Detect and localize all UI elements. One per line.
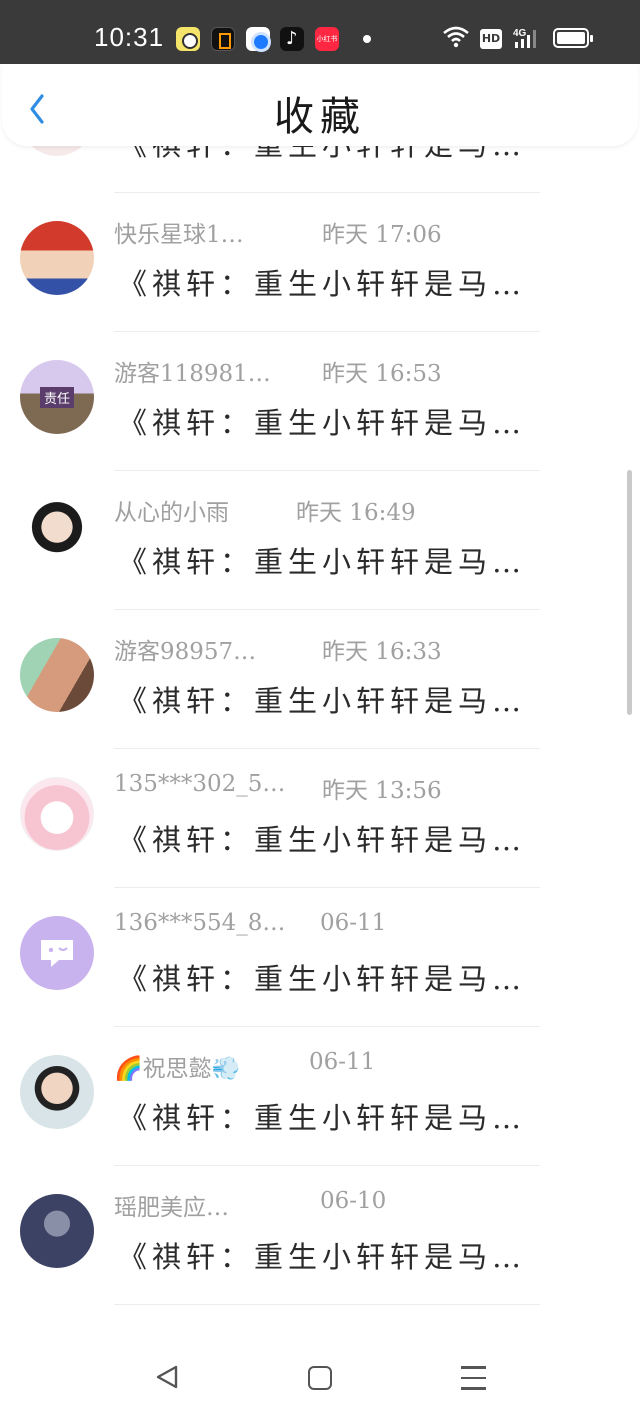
list-item[interactable]: 瑶肥美应… 06-10 《祺轩：重生小轩轩是马… — [0, 1166, 640, 1305]
list-item-meta: 瑶肥美应… 06-10 — [114, 1188, 614, 1222]
battery-icon — [553, 28, 593, 48]
list-item[interactable]: 🌈祝思懿💨 06-11 《祺轩：重生小轩轩是马… — [0, 1027, 640, 1166]
list-item-time: 06-11 — [320, 910, 387, 936]
list-item[interactable]: 136***554_8… 06-11 《祺轩：重生小轩轩是马… — [0, 888, 640, 1027]
list-item-username: 从心的小雨 — [114, 500, 229, 526]
back-triangle-icon[interactable] — [152, 1362, 182, 1392]
list-item[interactable]: 游客98957… 昨天 16:33 《祺轩：重生小轩轩是马… — [0, 610, 640, 749]
list-item-title: 《祺轩：重生小轩轩是马… — [118, 1101, 527, 1135]
list-item-meta: 136***554_8… 06-11 — [114, 910, 614, 944]
avatar[interactable]: 责任 — [20, 360, 94, 434]
list-item-username: 游客118981… — [114, 361, 271, 387]
svg-text:4G: 4G — [513, 28, 527, 39]
hd-badge: HD — [480, 29, 502, 49]
avatar[interactable] — [20, 638, 94, 712]
douyin-icon — [280, 27, 304, 51]
wifi-icon — [443, 26, 469, 48]
list-item-username: 游客98957… — [114, 639, 257, 665]
avatar[interactable] — [20, 777, 94, 851]
menu-lines-icon[interactable] — [461, 1366, 486, 1398]
avatar[interactable] — [20, 1055, 94, 1129]
list-item-time: 昨天 13:56 — [322, 778, 442, 804]
list-item-title: 《祺轩：重生小轩轩是马… — [118, 684, 527, 718]
list-item-meta: 从心的小雨 昨天 16:49 — [114, 493, 614, 527]
divider — [114, 1304, 540, 1305]
page-title: 收藏 — [274, 94, 366, 140]
list-item-title: 《祺轩：重生小轩轩是马… — [118, 962, 527, 996]
list-item-meta: 游客98957… 昨天 16:33 — [114, 632, 614, 666]
list-item-username: 135***302_5… — [114, 771, 286, 797]
list-item-title: 《祺轩：重生小轩轩是马… — [118, 1240, 527, 1274]
list-item-time: 昨天 17:06 — [322, 222, 442, 248]
list-item-title: 《祺轩：重生小轩轩是马… — [118, 267, 527, 301]
qq-browser-icon — [176, 27, 200, 51]
notes-icon — [211, 27, 235, 51]
list-item[interactable]: 责任 游客118981… 昨天 16:53 《祺轩：重生小轩轩是马… — [0, 332, 640, 471]
chat-bubble-icon — [41, 940, 73, 967]
signal-icon: 4G — [513, 28, 536, 48]
list-item-title: 《祺轩：重生小轩轩是马… — [118, 823, 527, 857]
avatar[interactable] — [20, 916, 94, 990]
list-item-time: 06-10 — [320, 1188, 387, 1214]
list-item-username: 136***554_8… — [114, 910, 286, 936]
status-time: 10:31 — [94, 22, 165, 52]
list-item-time: 昨天 16:33 — [322, 639, 442, 665]
list-item[interactable]: 从心的小雨 昨天 16:49 《祺轩：重生小轩轩是马… — [0, 471, 640, 610]
avatar[interactable] — [20, 499, 94, 573]
avatar-text: 责任 — [39, 386, 74, 408]
avatar[interactable] — [20, 1194, 94, 1268]
avatar[interactable] — [20, 221, 94, 295]
list-item-time: 昨天 16:53 — [322, 361, 442, 387]
list-item-time: 昨天 16:49 — [296, 500, 416, 526]
list-item[interactable]: 快乐星球1… 昨天 17:06 《祺轩：重生小轩轩是马… — [0, 193, 640, 332]
list-item-time: 06-11 — [309, 1049, 376, 1075]
xiaohongshu-icon: 小红书 — [315, 27, 339, 51]
list-item-username: 🌈祝思懿💨 — [114, 1056, 241, 1082]
list-item-username: 快乐星球1… — [114, 222, 244, 248]
home-square-icon[interactable] — [308, 1366, 332, 1390]
scrollbar[interactable] — [627, 470, 632, 715]
list-item-username: 瑶肥美应… — [114, 1195, 229, 1221]
list-item-meta: 135***302_5… 昨天 13:56 — [114, 771, 614, 805]
browser-icon — [246, 27, 271, 52]
status-bar: 10:31 小红书 HD 4G — [0, 0, 640, 64]
list-item-title: 《祺轩：重生小轩轩是马… — [118, 545, 527, 579]
notification-dot-icon — [363, 35, 371, 43]
system-nav-bar — [0, 1340, 640, 1422]
list-item-title: 《祺轩：重生小轩轩是马… — [118, 406, 527, 440]
favorites-list[interactable]: 《祺轩：重生小轩轩是马… 快乐星球1… 昨天 17:06 《祺轩：重生小轩轩是马… — [0, 0, 640, 1340]
list-item-meta: 快乐星球1… 昨天 17:06 — [114, 215, 614, 249]
list-item-meta: 游客118981… 昨天 16:53 — [114, 354, 614, 388]
list-item-meta: 🌈祝思懿💨 06-11 — [114, 1049, 614, 1083]
list-item[interactable]: 135***302_5… 昨天 13:56 《祺轩：重生小轩轩是马… — [0, 749, 640, 888]
header: 收藏 — [2, 64, 638, 146]
